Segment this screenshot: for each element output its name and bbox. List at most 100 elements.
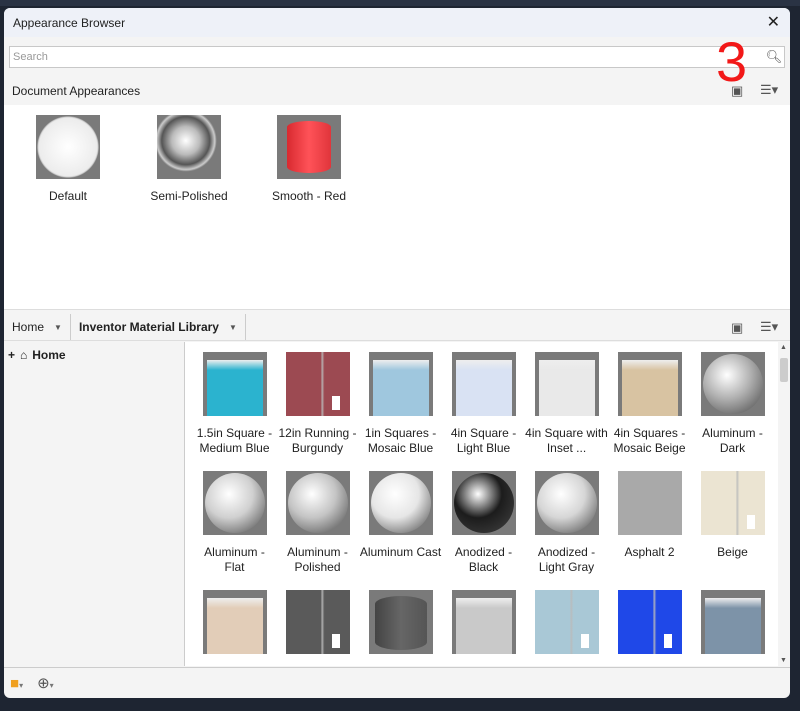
material-item[interactable]: Aluminum - Flat [193,471,276,575]
material-item[interactable]: 4in Square with Inset ... [525,352,608,456]
material-thumbnail [451,590,516,654]
appearance-label: Smooth - Red [271,189,347,203]
material-thumbnail [202,352,267,416]
material-item[interactable]: 1in Squares - Mosaic Blue [359,352,442,456]
library-dropdown[interactable]: Inventor Material Library ▼ [71,314,246,340]
search-input[interactable] [10,47,764,67]
material-label: Asphalt 2 [624,545,675,559]
panel-toggle-icon[interactable]: ▣ [731,320,743,336]
material-thumbnail [285,471,350,535]
material-item[interactable] [691,590,774,664]
location-label: Home [12,320,45,334]
material-thumbnail [617,471,682,535]
material-label: Aluminum - Dark [702,426,763,455]
scroll-down-icon[interactable]: ▼ [780,657,787,664]
list-view-icon[interactable]: ☰▾ [760,82,778,98]
material-item[interactable]: 1.5in Square - Medium Blue [193,352,276,456]
material-thumbnail [285,590,350,654]
library-tree: + ⌂ Home [4,342,185,666]
material-item[interactable]: Aluminum Cast [359,471,442,560]
expand-icon[interactable]: + [8,348,15,362]
material-item[interactable]: 4in Squares - Mosaic Beige [608,352,691,456]
library-grid: 1.5in Square - Medium Blue 12in Running -… [185,342,778,666]
panel-toggle-icon[interactable]: ▣ [731,83,743,99]
appearance-thumbnail [36,115,100,179]
document-appearances-header: Document Appearances [4,78,790,104]
create-appearance-icon[interactable]: ⊕▾ [37,674,54,692]
material-item[interactable]: Asphalt 2 [608,471,691,560]
scrollbar[interactable]: ▲ ▼ [778,342,790,666]
chevron-down-icon: ▼ [228,322,237,332]
search-icon[interactable]: 🔍︎ [764,49,784,65]
material-label: Anodized - Light Gray [537,545,596,574]
material-label: 4in Square with Inset ... [525,426,608,455]
material-label: 4in Square - Light Blue [450,426,517,455]
material-thumbnail [617,352,682,416]
material-label: Aluminum - Polished [287,545,348,574]
material-item[interactable] [276,590,359,664]
material-item[interactable] [193,590,276,664]
tree-item-label: Home [32,348,66,362]
tree-item-home[interactable]: + ⌂ Home [8,348,66,362]
library-toolbar: Home ▼ Inventor Material Library ▼ [4,314,790,341]
appearance-thumbnail [277,115,341,179]
library-label: Inventor Material Library [78,320,219,334]
material-thumbnail [368,590,433,654]
section-title: Document Appearances [12,84,141,98]
material-item[interactable] [608,590,691,664]
list-view-icon[interactable]: ☰▾ [760,319,778,335]
location-dropdown[interactable]: Home ▼ [4,314,71,340]
material-label: 4in Squares - Mosaic Beige [613,426,686,455]
appearance-thumbnail [157,115,221,179]
material-thumbnail [534,590,599,654]
material-label: 12in Running - Burgundy [278,426,357,455]
material-thumbnail [617,590,682,654]
open-library-icon[interactable]: ■▾ [10,675,23,692]
material-item[interactable] [525,590,608,664]
material-item[interactable] [442,590,525,664]
footer-toolbar: ■▾ ⊕▾ [4,667,790,698]
scrollbar-thumb[interactable] [780,358,788,382]
material-thumbnail [534,471,599,535]
material-label: Anodized - Black [454,545,513,574]
title-bar: Appearance Browser [4,8,790,37]
material-thumbnail [700,471,765,535]
scroll-up-icon[interactable]: ▲ [780,344,787,351]
chevron-down-icon: ▼ [54,322,62,332]
material-item[interactable] [359,590,442,664]
appearance-item[interactable]: Semi-Polished [134,115,244,203]
home-icon: ⌂ [20,348,28,362]
material-thumbnail [451,471,516,535]
appearance-item[interactable]: Smooth - Red [254,115,364,203]
search-box: 🔍︎ [9,46,785,68]
material-thumbnail [700,352,765,416]
material-thumbnail [700,590,765,654]
material-label: Aluminum - Flat [204,545,265,574]
window-title: Appearance Browser [13,15,126,30]
material-item[interactable]: Aluminum - Dark [691,352,774,456]
material-item[interactable]: Anodized - Black [442,471,525,575]
material-thumbnail [368,471,433,535]
material-thumbnail [451,352,516,416]
material-thumbnail [285,352,350,416]
material-label: Aluminum Cast [359,545,442,559]
material-thumbnail [202,471,267,535]
appearance-item[interactable]: Default [13,115,123,203]
material-label: 1in Squares - Mosaic Blue [364,426,437,455]
material-item[interactable]: Anodized - Light Gray [525,471,608,575]
appearance-browser-window: Appearance Browser ✕ 🔍︎ 3 Document Appea… [4,8,790,698]
document-appearances-area: Default Semi-Polished Smooth - Red [4,105,790,310]
material-item[interactable]: 12in Running - Burgundy [276,352,359,456]
material-item[interactable]: Aluminum - Polished [276,471,359,575]
material-thumbnail [202,590,267,654]
appearance-label: Semi-Polished [150,189,228,203]
material-item[interactable]: 4in Square - Light Blue [442,352,525,456]
material-item[interactable]: Beige [691,471,774,560]
material-label: Beige [717,545,748,559]
background-taskbar [0,0,800,6]
close-icon[interactable]: ✕ [767,12,780,32]
material-thumbnail [368,352,433,416]
appearance-label: Default [48,189,88,203]
material-thumbnail [534,352,599,416]
material-label: 1.5in Square - Medium Blue [196,426,273,455]
